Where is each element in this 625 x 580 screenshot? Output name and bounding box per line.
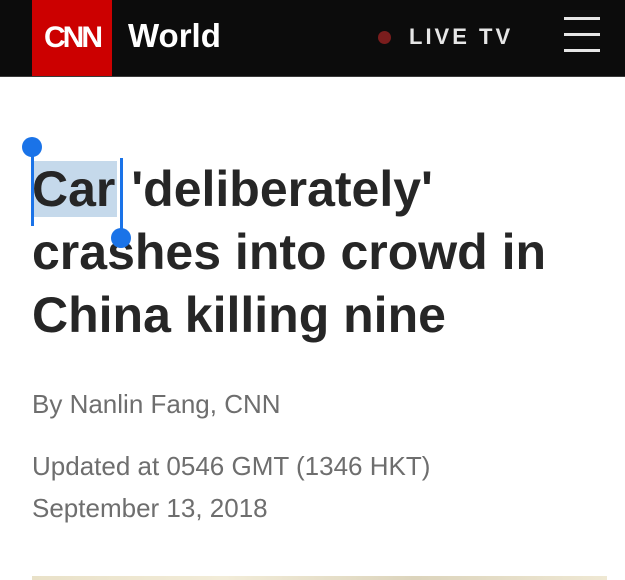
section-title[interactable]: World (128, 16, 221, 56)
live-indicator-icon (378, 30, 391, 44)
cnn-logo[interactable]: CNN (32, 0, 112, 76)
selection-end-handle-bar[interactable] (120, 158, 123, 236)
selected-text[interactable]: Car (32, 161, 118, 217)
selection-start-handle[interactable] (22, 137, 42, 157)
headline-line3: China killing nine (32, 287, 446, 343)
updated-time: Updated at 0546 GMT (1346 HKT) (32, 451, 431, 481)
cnn-logo-text: CNN (44, 21, 103, 54)
article-date: September 13, 2018 (32, 493, 268, 523)
top-navigation-bar: CNN World LIVE TV (0, 0, 625, 77)
hamburger-menu-icon[interactable] (564, 17, 604, 53)
selection-end-handle[interactable] (111, 228, 131, 248)
selection-start-handle-bar[interactable] (31, 150, 34, 226)
article-timestamp: Updated at 0546 GMT (1346 HKT) September… (32, 445, 430, 529)
live-tv-label: LIVE TV (409, 24, 514, 49)
headline-line2: crashes into crowd in (32, 224, 547, 280)
live-tv-button[interactable]: LIVE TV (378, 22, 513, 52)
headline-line1-rest: 'deliberately' (117, 161, 433, 217)
article-byline[interactable]: By Nanlin Fang, CNN (32, 386, 281, 422)
article-headline[interactable]: Car 'deliberately' crashes into crowd in C… (32, 158, 607, 347)
article-image-preview (32, 576, 607, 580)
